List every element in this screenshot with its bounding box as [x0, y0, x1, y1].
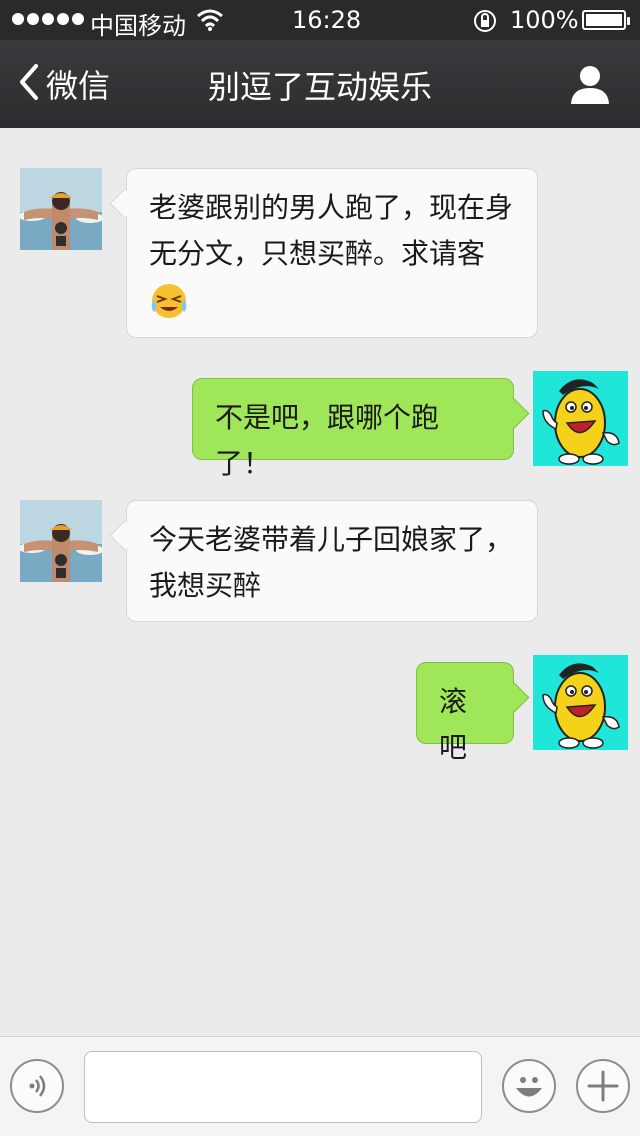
input-toolbar	[0, 1036, 640, 1136]
more-options-button[interactable]	[576, 1059, 630, 1113]
status-bar: 中国移动 16:28 100%	[0, 0, 640, 40]
navigation-bar: 微信 别逗了互动娱乐	[0, 40, 640, 128]
message-bubble-outgoing[interactable]: 滚吧	[416, 662, 514, 764]
wifi-icon	[196, 8, 224, 38]
person-icon	[568, 66, 612, 110]
battery-icon	[582, 10, 630, 30]
message-text: 老婆跟别的男人跑了，现在身无分文，只想买醉。求请客	[149, 191, 514, 270]
voice-input-button[interactable]	[10, 1059, 64, 1113]
smiley-icon	[504, 1077, 554, 1115]
message-text: 今天老婆带着儿子回娘家了，我想买醉	[149, 523, 514, 602]
battery-percentage: 100%	[510, 6, 579, 34]
message-bubble-outgoing[interactable]: 不是吧，跟哪个跑了！	[192, 378, 514, 480]
contact-avatar[interactable]	[20, 500, 102, 582]
plus-icon	[578, 1070, 628, 1115]
contact-avatar[interactable]	[20, 168, 102, 250]
chat-title: 别逗了互动娱乐	[207, 68, 432, 106]
message-list[interactable]: 老婆跟别的男人跑了，现在身无分文，只想买醉。求请客 不是吧，跟哪个跑了！ 今天老…	[0, 128, 640, 1036]
lock-rotation-icon	[472, 8, 498, 40]
voice-icon	[12, 1075, 62, 1115]
my-avatar[interactable]	[533, 655, 628, 750]
message-text: 不是吧，跟哪个跑了！	[215, 401, 440, 480]
signal-strength-icon	[12, 13, 84, 25]
my-avatar[interactable]	[533, 371, 628, 466]
carrier-name: 中国移动	[90, 12, 186, 40]
message-text: 滚吧	[439, 685, 468, 764]
message-bubble-incoming[interactable]: 今天老婆带着儿子回娘家了，我想买醉	[126, 500, 538, 622]
message-input[interactable]	[84, 1051, 482, 1123]
chat-info-button[interactable]	[568, 62, 612, 106]
crying-laughing-emoji	[149, 281, 189, 321]
emoji-button[interactable]	[502, 1059, 556, 1113]
clock: 16:28	[292, 6, 362, 34]
message-bubble-incoming[interactable]: 老婆跟别的男人跑了，现在身无分文，只想买醉。求请客	[126, 168, 538, 338]
